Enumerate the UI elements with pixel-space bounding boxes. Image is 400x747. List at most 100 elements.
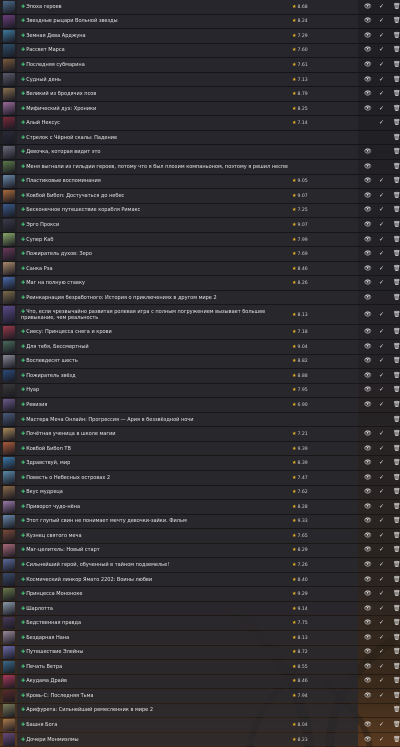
completed-check-icon[interactable]: ✓ bbox=[379, 474, 384, 481]
list-item[interactable]: ✚Бесконечное путешествие корабля Римакс ★… bbox=[0, 203, 400, 219]
completed-check-icon[interactable]: ✓ bbox=[379, 178, 384, 184]
item-title[interactable]: ✚Путешествие Элейны bbox=[21, 649, 288, 655]
poster-thumbnail[interactable] bbox=[3, 602, 15, 615]
completed-check-icon[interactable]: ✓ bbox=[379, 18, 384, 24]
completed-check-icon[interactable]: ✓ bbox=[379, 47, 384, 53]
poster-thumbnail[interactable] bbox=[3, 442, 15, 455]
completed-check-icon[interactable]: ✓ bbox=[379, 343, 384, 350]
completed-check-icon[interactable]: ✓ bbox=[379, 605, 384, 612]
list-item[interactable]: ✚Последняя субмарина ★7.61 👁 ✓ 🗑 bbox=[0, 58, 400, 73]
list-item[interactable]: ✚Для тебя, Бессмертный ★9.04 👁 ✓ 🗑 bbox=[0, 340, 400, 355]
poster-thumbnail[interactable] bbox=[3, 718, 15, 732]
delete-trash-icon[interactable]: 🗑 bbox=[393, 503, 400, 510]
list-item[interactable]: ✚Акудама Драйв ★8.46 👁 ✓ 🗑 bbox=[0, 674, 400, 690]
poster-thumbnail[interactable] bbox=[3, 276, 15, 290]
list-item[interactable]: ✚Космический линкор Ямато 2202: Воины лю… bbox=[0, 572, 400, 588]
delete-trash-icon[interactable]: 🗑 bbox=[393, 576, 400, 583]
item-title[interactable]: ✚Мифический дух: Хроники bbox=[21, 106, 288, 112]
list-item[interactable]: ✚Великий из бродячих псов ★8.79 👁 ✓ 🗑 bbox=[0, 87, 400, 102]
list-item[interactable]: ✚Ковбой Бибоп ТВ ★9.39 👁 ✓ 🗑 bbox=[0, 441, 400, 457]
delete-trash-icon[interactable]: 🗑 bbox=[393, 387, 400, 393]
poster-thumbnail[interactable] bbox=[3, 616, 15, 630]
poster-thumbnail[interactable] bbox=[3, 675, 15, 688]
completed-check-icon[interactable]: ✓ bbox=[379, 431, 384, 437]
poster-thumbnail[interactable] bbox=[3, 305, 15, 324]
watched-toggle-icon[interactable]: 👁 bbox=[364, 663, 372, 670]
list-item[interactable]: ✚Звездные рыцари Вольной звезды ★8.24 👁 ✓ 🗑 bbox=[0, 14, 400, 30]
delete-trash-icon[interactable]: 🗑 bbox=[393, 634, 400, 641]
list-item[interactable]: ✚Алый Нексус ★7.14 ✓ 🗑 bbox=[0, 116, 400, 131]
delete-trash-icon[interactable]: 🗑 bbox=[393, 547, 400, 553]
list-item[interactable]: ✚Дочери Монмиэлмы ★8.23 👁 ✓ 🗑 bbox=[0, 732, 400, 747]
delete-trash-icon[interactable]: 🗑 bbox=[393, 692, 400, 699]
list-item[interactable]: ✚Печать Ветра ★8.55 👁 ✓ 🗑 bbox=[0, 660, 400, 675]
item-title[interactable]: ✚Кузнец святого меча bbox=[21, 533, 288, 539]
item-title[interactable]: ✚Пожиратель духов: Зеро bbox=[21, 251, 288, 257]
completed-check-icon[interactable]: ✓ bbox=[379, 663, 384, 670]
completed-check-icon[interactable]: ✓ bbox=[379, 61, 384, 68]
watched-toggle-icon[interactable]: 👁 bbox=[364, 105, 372, 112]
completed-check-icon[interactable]: ✓ bbox=[379, 634, 384, 641]
watched-toggle-icon[interactable]: 👁 bbox=[364, 76, 372, 83]
completed-check-icon[interactable]: ✓ bbox=[379, 460, 384, 466]
completed-check-icon[interactable]: ✓ bbox=[379, 207, 384, 213]
item-title[interactable]: ✚Воспевдесят шесть bbox=[21, 358, 288, 364]
delete-trash-icon[interactable]: 🗑 bbox=[393, 431, 400, 437]
delete-trash-icon[interactable]: 🗑 bbox=[393, 294, 400, 301]
item-title[interactable]: ✚Эрго Прокси bbox=[21, 222, 288, 228]
watched-toggle-icon[interactable]: 👁 bbox=[364, 311, 372, 318]
item-title[interactable]: ✚Девочка, которая видит это bbox=[21, 149, 288, 155]
list-item[interactable]: ✚Девочка, которая видит это 👁 🗑 bbox=[0, 145, 400, 161]
completed-check-icon[interactable]: ✓ bbox=[379, 372, 384, 379]
item-title[interactable]: ✚Кровь-С: Последняя Тьма bbox=[21, 693, 288, 699]
poster-thumbnail[interactable] bbox=[3, 291, 15, 304]
item-title[interactable]: ✚Что, если чрезвычайно развитая ролевая … bbox=[21, 309, 288, 321]
item-title[interactable]: ✚Алый Нексус bbox=[21, 120, 288, 126]
list-item[interactable]: ✚Шарлотта ★9.14 👁 ✓ 🗑 bbox=[0, 601, 400, 617]
list-item[interactable]: ✚Бедственная правда ★7.75 👁 ✓ 🗑 bbox=[0, 616, 400, 631]
list-item[interactable]: ✚Меня выгнали из гильдии героев, потому … bbox=[0, 160, 400, 175]
delete-trash-icon[interactable]: 🗑 bbox=[393, 722, 400, 728]
poster-thumbnail[interactable] bbox=[3, 175, 15, 188]
list-item[interactable]: ✚Маг на полную ставку ★8.26 👁 ✓ 🗑 bbox=[0, 276, 400, 291]
poster-thumbnail[interactable] bbox=[3, 15, 15, 28]
item-title[interactable]: ✚Бедственная правда bbox=[21, 620, 288, 626]
poster-thumbnail[interactable] bbox=[3, 646, 15, 659]
watched-toggle-icon[interactable]: 👁 bbox=[364, 265, 372, 272]
delete-trash-icon[interactable]: 🗑 bbox=[393, 372, 400, 379]
watched-toggle-icon[interactable]: 👁 bbox=[364, 562, 372, 568]
item-title[interactable]: ✚Реинкарнация безработного: История о пр… bbox=[21, 295, 288, 301]
list-item[interactable]: ✚Путешествие Элейны ★8.72 👁 ✓ 🗑 bbox=[0, 645, 400, 661]
list-item[interactable]: ✚Почётная ученица в школе магии ★7.21 👁 ✓ 🗑 bbox=[0, 427, 400, 442]
completed-check-icon[interactable]: ✓ bbox=[379, 265, 384, 272]
item-title[interactable]: ✚Этот глупый свин не понимает мечту дево… bbox=[21, 518, 288, 524]
delete-trash-icon[interactable]: 🗑 bbox=[393, 207, 400, 213]
poster-thumbnail[interactable] bbox=[3, 262, 15, 275]
watched-toggle-icon[interactable]: 👁 bbox=[364, 722, 372, 728]
delete-trash-icon[interactable]: 🗑 bbox=[393, 32, 400, 39]
delete-trash-icon[interactable]: 🗑 bbox=[393, 61, 400, 68]
watched-toggle-icon[interactable]: 👁 bbox=[364, 236, 372, 243]
watched-toggle-icon[interactable]: 👁 bbox=[364, 61, 372, 68]
list-item[interactable]: ✚Супер Каб ★7.99 👁 ✓ 🗑 bbox=[0, 232, 400, 248]
completed-check-icon[interactable]: ✓ bbox=[379, 503, 384, 510]
item-title[interactable]: ✚Судный день bbox=[21, 77, 288, 83]
watched-toggle-icon[interactable]: 👁 bbox=[364, 518, 372, 524]
poster-thumbnail[interactable] bbox=[3, 340, 15, 354]
delete-trash-icon[interactable]: 🗑 bbox=[393, 311, 400, 318]
delete-trash-icon[interactable]: 🗑 bbox=[393, 445, 400, 452]
delete-trash-icon[interactable]: 🗑 bbox=[393, 707, 400, 713]
watched-toggle-icon[interactable]: 👁 bbox=[364, 91, 372, 97]
delete-trash-icon[interactable]: 🗑 bbox=[393, 221, 400, 228]
delete-trash-icon[interactable]: 🗑 bbox=[393, 18, 400, 24]
item-title[interactable]: ✚Супер Каб bbox=[21, 237, 288, 243]
watched-toggle-icon[interactable]: 👁 bbox=[364, 18, 372, 24]
delete-trash-icon[interactable]: 🗑 bbox=[393, 192, 400, 199]
poster-thumbnail[interactable] bbox=[3, 116, 15, 130]
watched-toggle-icon[interactable]: 👁 bbox=[364, 343, 372, 350]
list-item[interactable]: ✚Вкус мудреца ★7.62 👁 ✓ 🗑 bbox=[0, 485, 400, 501]
poster-thumbnail[interactable] bbox=[3, 631, 15, 645]
list-item[interactable]: ✚Реинкарнация безработного: История о пр… bbox=[0, 290, 400, 306]
item-title[interactable]: ✚Для тебя, Бессмертный bbox=[21, 344, 288, 350]
item-title[interactable]: ✚Башня Бога bbox=[21, 722, 288, 728]
